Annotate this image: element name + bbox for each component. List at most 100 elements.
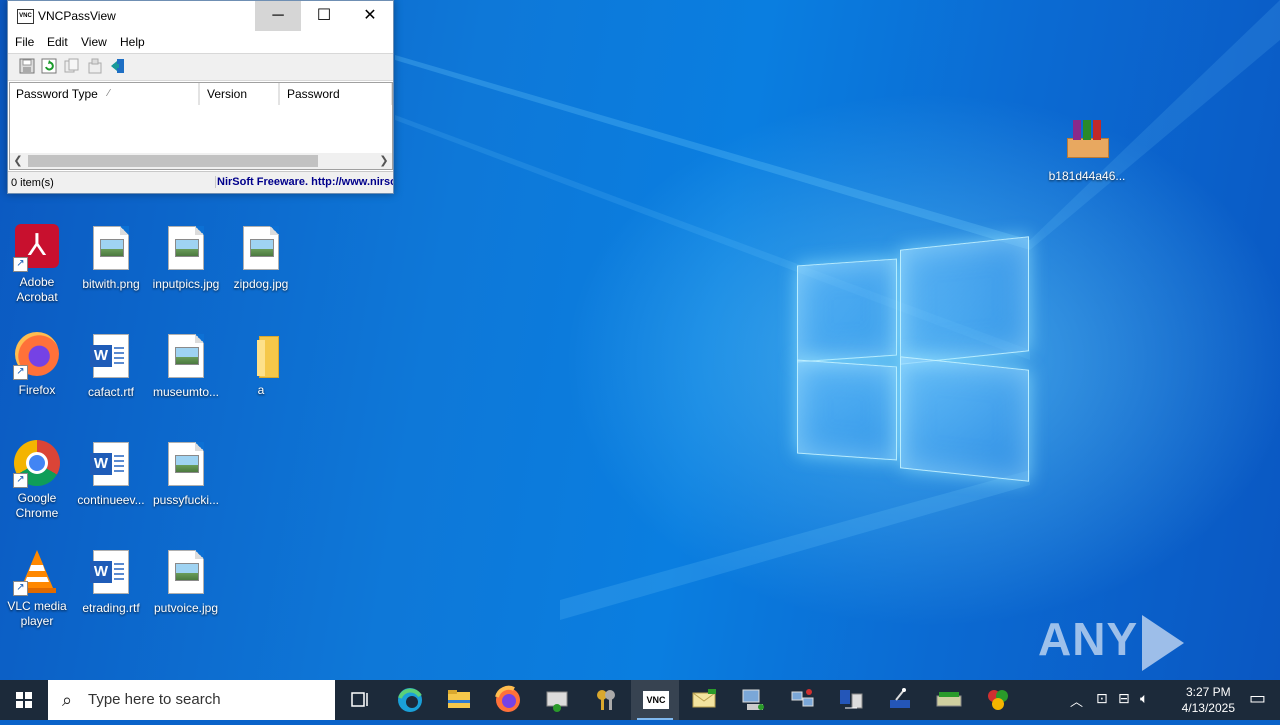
properties-icon[interactable] [87, 58, 103, 74]
desktop-icon-google-chrome[interactable]: ↗ Google Chrome [0, 440, 74, 521]
desktop-icon-museumto[interactable]: museumto... [149, 332, 223, 400]
word-document-icon: W [87, 334, 135, 382]
vlc-icon: ↗ [13, 548, 61, 596]
chevron-up-icon[interactable]: ︿ [1070, 691, 1083, 710]
desktop-icon-label: etrading.rtf [82, 601, 140, 615]
word-document-icon: W [87, 442, 135, 490]
mail-icon [692, 689, 716, 708]
menu-help[interactable]: Help [120, 35, 145, 49]
desktop-icon-putvoice[interactable]: putvoice.jpg [149, 548, 223, 616]
desktop-icon-continueev[interactable]: W continueev... [74, 440, 148, 508]
taskbar-app-multi[interactable] [974, 680, 1022, 720]
search-placeholder: Type here to search [88, 691, 221, 708]
clock[interactable]: 3:27 PM 4/13/2025 [1182, 684, 1235, 716]
desktop-icon-firefox[interactable]: ↗ Firefox [0, 332, 74, 398]
taskbar-vncpassview[interactable]: VNC [631, 680, 679, 720]
scroll-thumb[interactable] [28, 155, 318, 167]
desktop-icon-inputpics[interactable]: inputpics.jpg [149, 224, 223, 292]
exit-icon[interactable] [110, 58, 126, 74]
close-button[interactable]: ✕ [347, 1, 393, 31]
desktop-icon-etrading[interactable]: W etrading.rtf [74, 548, 148, 616]
menu-file[interactable]: File [15, 35, 34, 49]
taskbar-app-remote[interactable] [827, 680, 875, 720]
column-label: Password [287, 87, 340, 101]
task-view-button[interactable] [336, 680, 384, 720]
watermark-left: ANY [1038, 613, 1139, 665]
desktop-icon-zipdog[interactable]: zipdog.jpg [224, 224, 298, 292]
maximize-button[interactable]: ☐ [301, 1, 347, 31]
keys-icon [597, 690, 615, 710]
desktop-icon-label: cafact.rtf [87, 385, 134, 399]
desktop-icon-folder-a[interactable]: a [224, 332, 298, 398]
desktop-icon-label: bitwith.png [82, 277, 140, 291]
desktop-icon-label: museumto... [152, 385, 220, 399]
windows-logo-pane-bl [797, 359, 897, 461]
desktop-icon-cafact[interactable]: W cafact.rtf [74, 332, 148, 400]
taskbar-app-network[interactable] [533, 680, 581, 720]
column-header-version[interactable]: Version [199, 83, 279, 105]
save-icon[interactable] [19, 58, 35, 74]
column-header-password[interactable]: Password [279, 83, 392, 105]
desktop-icon-pussyfucki[interactable]: pussyfucki... [149, 440, 223, 508]
password-list[interactable]: Password Type ⁄ Version Password ❮ ❯ [9, 82, 393, 170]
taskbar-firefox[interactable] [484, 680, 532, 720]
scroll-left-icon[interactable]: ❮ [10, 153, 26, 169]
taskbar-app-wireless[interactable] [876, 680, 924, 720]
shortcut-arrow-icon: ↗ [13, 473, 28, 488]
desktop-icon-label: pussyfucki... [152, 493, 220, 507]
firefox-icon: ↗ [13, 332, 61, 380]
vncpassview-window[interactable]: VNC VNCPassView ─ ☐ ✕ File Edit View Hel… [7, 0, 394, 194]
desktop-icon-archive[interactable]: b181d44a46... [1048, 118, 1126, 184]
drive-icon [936, 692, 962, 707]
volume-icon[interactable]: 🔈︎ [1140, 690, 1148, 707]
menu-edit[interactable]: Edit [47, 35, 68, 49]
network-tool-icon [546, 691, 568, 712]
desktop-icon-label: Firefox [18, 383, 56, 397]
taskbar-app-network2[interactable] [778, 680, 826, 720]
desktop-icon-bitwith[interactable]: bitwith.png [74, 224, 148, 292]
column-label: Version [207, 87, 248, 101]
nirsoft-link[interactable]: NirSoft Freeware. http://www.nirsoft.net [215, 176, 393, 188]
copy-icon[interactable] [64, 58, 80, 74]
minimize-button[interactable]: ─ [255, 1, 301, 31]
status-bar: 0 item(s) NirSoft Freeware. http://www.n… [8, 171, 393, 193]
tray-app-icon[interactable]: ⊡ [1096, 690, 1108, 707]
chrome-icon: ↗ [13, 440, 61, 488]
vnc-icon: VNC [643, 691, 669, 709]
shortcut-arrow-icon: ↗ [13, 581, 28, 596]
desktop-icon-adobe-acrobat[interactable]: ⅄ ↗ Adobe Acrobat [0, 224, 74, 305]
taskbar-edge[interactable] [386, 680, 434, 720]
taskbar-search-box[interactable]: ⌕ Type here to search [48, 680, 335, 720]
watermark-right: RUN [1038, 672, 1141, 680]
notifications-icon[interactable]: ▭ [1249, 688, 1266, 709]
word-document-icon: W [87, 550, 135, 598]
system-tray: ︿ ⊡ ⊟ 🔈︎ 3:27 PM 4/13/2025 ▭ [1060, 680, 1280, 720]
multicolor-app-icon [988, 690, 1008, 710]
taskbar-app-mail[interactable] [680, 680, 728, 720]
desktop-icon-label: putvoice.jpg [153, 601, 219, 615]
scroll-right-icon[interactable]: ❯ [376, 153, 392, 169]
column-header-password-type[interactable]: Password Type ⁄ [10, 83, 199, 105]
horizontal-scrollbar[interactable]: ❮ ❯ [10, 153, 392, 169]
wireless-icon [890, 688, 910, 708]
clock-date: 4/13/2025 [1181, 701, 1235, 715]
desktop-icon-label: Google Chrome [15, 491, 59, 520]
refresh-icon[interactable] [41, 58, 57, 74]
winrar-archive-icon [1063, 118, 1111, 166]
title-bar[interactable]: VNC VNCPassView ─ ☐ ✕ [8, 1, 393, 31]
desktop-icon-label: Adobe Acrobat [16, 275, 58, 304]
start-button[interactable] [0, 680, 48, 720]
taskbar-app-computer[interactable] [729, 680, 777, 720]
taskbar-app-drive[interactable] [925, 680, 973, 720]
firefox-icon [495, 685, 520, 712]
network-icon[interactable]: ⊟ [1118, 690, 1130, 707]
windows-logo-pane-br [900, 356, 1029, 482]
taskbar-file-explorer[interactable] [435, 680, 483, 720]
item-count: 0 item(s) [11, 177, 54, 189]
desktop-icon-vlc[interactable]: ↗ VLC media player [0, 548, 74, 629]
folder-icon [448, 690, 470, 708]
taskbar-app-keys[interactable] [582, 680, 630, 720]
menu-view[interactable]: View [81, 35, 107, 49]
shortcut-arrow-icon: ↗ [13, 365, 28, 380]
windows-start-icon [16, 692, 32, 708]
